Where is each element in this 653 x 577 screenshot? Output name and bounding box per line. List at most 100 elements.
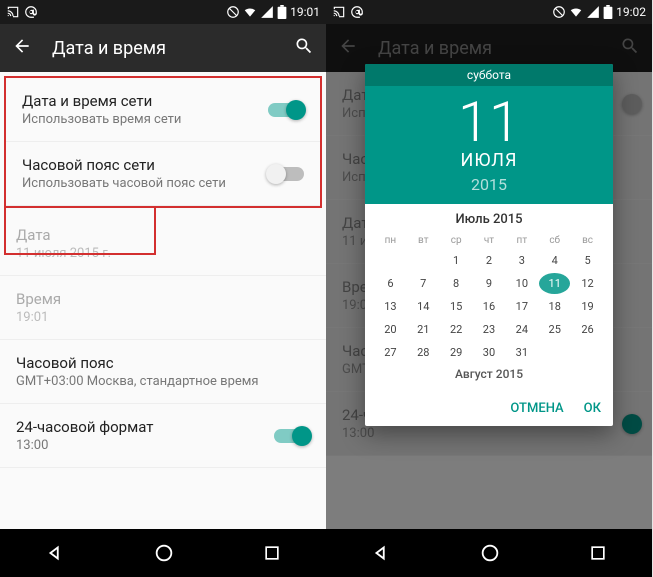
- calendar-day[interactable]: 16: [474, 296, 505, 317]
- day-label[interactable]: 11: [365, 94, 613, 150]
- dialog-header: суббота 11 ИЮЛЯ 2015: [365, 64, 613, 204]
- screencast-icon: [6, 5, 20, 19]
- calendar-day[interactable]: 26: [572, 319, 603, 340]
- back-button[interactable]: [12, 36, 32, 61]
- calendar-day[interactable]: 3: [506, 250, 537, 271]
- wifi-icon: [569, 5, 583, 19]
- app-bar: Дата и время: [0, 24, 326, 72]
- at-icon: [350, 5, 364, 19]
- setting-date: Дата 11 июля 2015 г.: [0, 212, 326, 276]
- subtitle: 11 июля 2015 г.: [16, 246, 310, 261]
- date-picker-dialog: суббота 11 ИЮЛЯ 2015 Июль 2015 пнвтсрчтп…: [365, 64, 613, 426]
- page-title: Дата и время: [52, 38, 294, 59]
- label: Дата: [16, 226, 310, 244]
- calendar-day[interactable]: 14: [408, 296, 439, 317]
- setting-time: Время 19:01: [0, 276, 326, 340]
- calendar-day[interactable]: 15: [441, 296, 472, 317]
- settings-list: Дата и время сети Использовать время сет…: [0, 76, 326, 468]
- calendar-day[interactable]: 30: [474, 342, 505, 363]
- calendar-day[interactable]: 17: [506, 296, 537, 317]
- calendar-day[interactable]: 23: [474, 319, 505, 340]
- calendar-day[interactable]: 31: [506, 342, 537, 363]
- calendar-day[interactable]: 11: [539, 273, 570, 294]
- calendar-dow: пт: [506, 233, 537, 248]
- highlight-box-top: Дата и время сети Использовать время сет…: [4, 76, 322, 208]
- status-bar: 19:02: [326, 0, 652, 24]
- calendar-day[interactable]: 22: [441, 319, 472, 340]
- wifi-icon: [243, 5, 257, 19]
- setting-timezone[interactable]: Часовой пояс GMT+03:00 Москва, стандартн…: [0, 340, 326, 404]
- toggle-network-tz[interactable]: [268, 167, 304, 181]
- nav-bar: [326, 529, 652, 577]
- calendar-day[interactable]: 18: [539, 296, 570, 317]
- calendar-day[interactable]: 19: [572, 296, 603, 317]
- calendar-day[interactable]: 25: [539, 319, 570, 340]
- year-label[interactable]: 2015: [365, 175, 613, 194]
- cancel-button[interactable]: ОТМЕНА: [510, 401, 563, 416]
- battery-icon: [277, 5, 287, 19]
- calendar-day[interactable]: 12: [572, 273, 603, 294]
- battery-icon: [603, 5, 613, 19]
- calendar-day[interactable]: 9: [474, 273, 505, 294]
- phone-right: 19:02 Дата и время ДатИсп ЧасИсп Дат11 и…: [326, 0, 652, 577]
- signal-icon: [586, 5, 600, 19]
- subtitle: Использовать часовой пояс сети: [22, 176, 268, 191]
- toggle-24h[interactable]: [274, 429, 310, 443]
- calendar-day[interactable]: 7: [408, 273, 439, 294]
- phone-left: 19:01 Дата и время Дата и время сети Исп…: [0, 0, 326, 577]
- nav-home[interactable]: [153, 542, 175, 564]
- label: Дата и время сети: [22, 92, 268, 110]
- nav-bar: [0, 529, 326, 577]
- dialog-actions: ОТМЕНА ОК: [365, 393, 613, 426]
- toggle-network-time[interactable]: [268, 103, 304, 117]
- month-label[interactable]: ИЮЛЯ: [365, 150, 613, 171]
- calendar-day[interactable]: 24: [506, 319, 537, 340]
- calendar-day[interactable]: 27: [375, 342, 406, 363]
- signal-icon: [260, 5, 274, 19]
- nav-recent[interactable]: [262, 543, 282, 563]
- nav-back[interactable]: [370, 542, 392, 564]
- status-time: 19:01: [290, 5, 320, 19]
- calendar-day[interactable]: 8: [441, 273, 472, 294]
- calendar-day[interactable]: 29: [441, 342, 472, 363]
- calendar-grid: пнвтсрчтптсбвс12345678910111213141516171…: [375, 233, 603, 363]
- calendar-day[interactable]: 20: [375, 319, 406, 340]
- calendar-dow: вс: [572, 233, 603, 248]
- status-bar: 19:01: [0, 0, 326, 24]
- at-icon: [24, 5, 38, 19]
- calendar-day[interactable]: 13: [375, 296, 406, 317]
- subtitle: Использовать время сети: [22, 112, 268, 127]
- ok-button[interactable]: ОК: [584, 401, 601, 416]
- nav-home[interactable]: [479, 542, 501, 564]
- calendar-dow: ср: [441, 233, 472, 248]
- calendar-day[interactable]: 6: [375, 273, 406, 294]
- calendar-dow: сб: [539, 233, 570, 248]
- screencast-icon: [332, 5, 346, 19]
- subtitle: 13:00: [16, 438, 274, 453]
- calendar-dow: вт: [408, 233, 439, 248]
- calendar-day[interactable]: 21: [408, 319, 439, 340]
- nav-back[interactable]: [44, 542, 66, 564]
- no-sim-icon: [226, 5, 240, 19]
- calendar-day[interactable]: 4: [539, 250, 570, 271]
- calendar-day[interactable]: 10: [506, 273, 537, 294]
- no-sim-icon: [552, 5, 566, 19]
- calendar-day[interactable]: 5: [572, 250, 603, 271]
- status-time: 19:02: [616, 5, 646, 19]
- setting-24h[interactable]: 24-часовой формат 13:00: [0, 404, 326, 468]
- next-month-label: Август 2015: [375, 363, 603, 385]
- subtitle: GMT+03:00 Москва, стандартное время: [16, 374, 310, 389]
- label: Часовой пояс сети: [22, 156, 268, 174]
- calendar-day[interactable]: 1: [441, 250, 472, 271]
- search-button[interactable]: [294, 36, 314, 61]
- label: Время: [16, 290, 310, 308]
- label: 24-часовой формат: [16, 418, 274, 436]
- calendar-day[interactable]: 2: [474, 250, 505, 271]
- setting-network-time[interactable]: Дата и время сети Использовать время сет…: [6, 78, 320, 142]
- nav-recent[interactable]: [588, 543, 608, 563]
- calendar-title: Июль 2015: [375, 212, 603, 227]
- weekday-label: суббота: [365, 64, 613, 86]
- calendar-day[interactable]: 28: [408, 342, 439, 363]
- label: Часовой пояс: [16, 354, 310, 372]
- setting-network-tz[interactable]: Часовой пояс сети Использовать часовой п…: [6, 142, 320, 206]
